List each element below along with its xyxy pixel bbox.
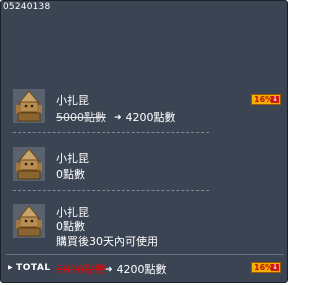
total-separator	[6, 254, 284, 255]
item-id-label: 05240138	[3, 2, 51, 12]
original-price: 5000點數	[56, 111, 106, 124]
final-price: 4200點數	[125, 111, 176, 124]
item-name: 小扎昆	[56, 152, 89, 165]
total-discount-badge: 16% ↓	[251, 262, 281, 273]
discount-badge: 16% ↓	[251, 94, 281, 105]
down-arrow-icon: ↓	[271, 263, 279, 271]
down-arrow-icon: ↓	[271, 95, 279, 103]
item-divider	[13, 190, 209, 191]
total-label: ▶ TOTAL	[8, 263, 51, 273]
item-divider	[13, 132, 209, 133]
triangle-right-icon: ▶	[8, 264, 14, 271]
item-tooltip-panel: 05240138 小扎昆 5000點數 ➜ 4200點數 16% ↓ 小扎昆 0…	[0, 0, 288, 283]
item-price: 0點數	[56, 168, 85, 181]
zakum-figure-icon	[13, 147, 45, 181]
total-final-line: ➜ 4200點數	[105, 261, 167, 277]
item-price-line: 5000點數 ➜ 4200點數	[56, 109, 176, 125]
item-name: 小扎昆	[56, 94, 89, 107]
total-original-price: 5000點數	[56, 263, 106, 276]
zakum-figure-icon	[13, 204, 45, 238]
right-arrow-icon: ➜	[114, 113, 122, 123]
total-final-price: 4200點數	[116, 263, 167, 276]
right-arrow-icon: ➜	[105, 265, 113, 275]
zakum-figure-icon	[13, 89, 45, 123]
item-price: 0點數	[56, 220, 85, 233]
item-usage-note: 購買後30天內可使用	[56, 235, 158, 248]
